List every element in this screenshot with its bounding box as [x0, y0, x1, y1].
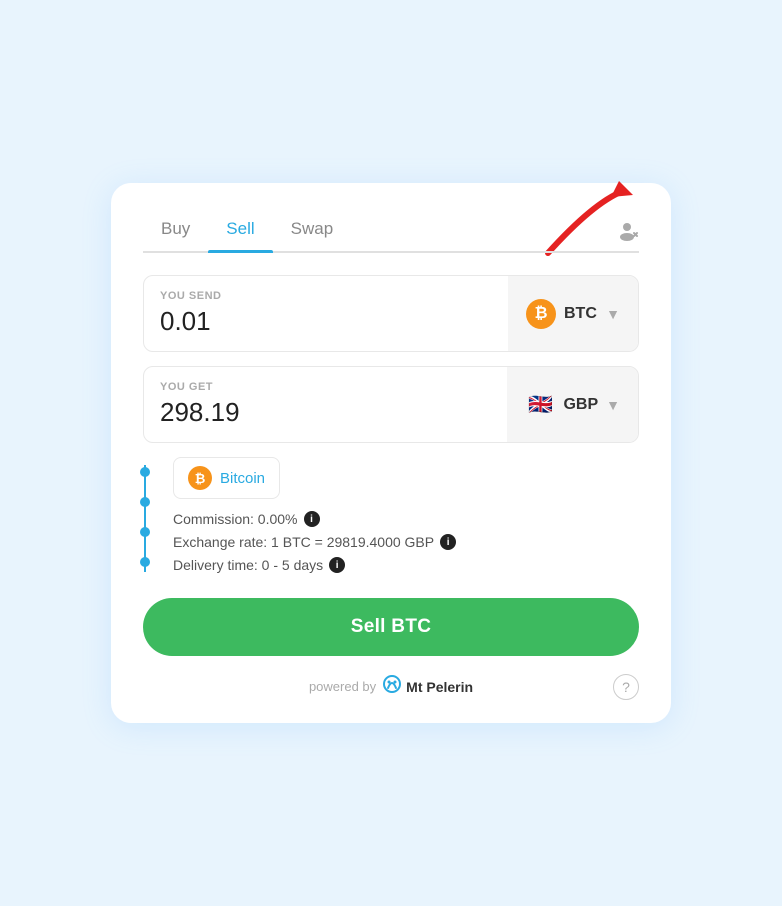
- sell-button[interactable]: Sell BTC: [143, 598, 639, 656]
- bitcoin-chip-icon: ₿: [188, 466, 212, 490]
- bitcoin-chip[interactable]: ₿ Bitcoin: [173, 457, 280, 499]
- widget: Buy Sell Swap YOU SEND 0.01 ₿ BTC ▼ YOU …: [111, 183, 671, 723]
- dot-4: [140, 557, 150, 567]
- gbp-flag-icon: 🇬🇧: [525, 390, 555, 420]
- info-content: ₿ Bitcoin Commission: 0.00% i Exchange r…: [161, 457, 639, 580]
- exchange-rate-text: Exchange rate: 1 BTC = 29819.4000 GBP: [173, 534, 434, 550]
- dot-3: [140, 527, 150, 537]
- receive-currency-label: GBP: [563, 396, 598, 414]
- send-currency-selector[interactable]: ₿ BTC ▼: [508, 276, 638, 351]
- tabs-bar: Buy Sell Swap: [143, 211, 639, 253]
- commission-line: Commission: 0.00% i: [173, 511, 639, 527]
- dot-2: [140, 497, 150, 507]
- receive-currency-selector[interactable]: 🇬🇧 GBP ▼: [507, 367, 638, 442]
- delivery-line: Delivery time: 0 - 5 days i: [173, 557, 639, 573]
- delivery-info-icon[interactable]: i: [329, 557, 345, 573]
- bitcoin-chip-label: Bitcoin: [220, 470, 265, 487]
- exchange-rate-info-icon[interactable]: i: [440, 534, 456, 550]
- send-currency-label: BTC: [564, 305, 597, 323]
- send-left: YOU SEND 0.01: [144, 276, 508, 351]
- receive-left: YOU GET 298.19: [144, 367, 507, 442]
- send-chevron-icon: ▼: [606, 306, 620, 322]
- pelerin-icon: [382, 674, 402, 699]
- tab-buy[interactable]: Buy: [143, 211, 208, 251]
- exchange-rate-line: Exchange rate: 1 BTC = 29819.4000 GBP i: [173, 534, 639, 550]
- info-section: ₿ Bitcoin Commission: 0.00% i Exchange r…: [143, 457, 639, 580]
- receive-label: YOU GET: [160, 381, 491, 393]
- btc-icon: ₿: [526, 299, 556, 329]
- delivery-text: Delivery time: 0 - 5 days: [173, 557, 323, 573]
- footer: powered by Mt Pelerin ?: [143, 674, 639, 699]
- tab-swap[interactable]: Swap: [273, 211, 352, 251]
- blue-sidebar-dots: [143, 457, 147, 580]
- send-row: YOU SEND 0.01 ₿ BTC ▼: [143, 275, 639, 352]
- send-label: YOU SEND: [160, 290, 492, 302]
- help-button[interactable]: ?: [613, 674, 639, 700]
- send-value[interactable]: 0.01: [160, 306, 492, 337]
- receive-row: YOU GET 298.19 🇬🇧 GBP ▼: [143, 366, 639, 443]
- receive-chevron-icon: ▼: [606, 397, 620, 413]
- commission-text: Commission: 0.00%: [173, 511, 298, 527]
- pelerin-name: Mt Pelerin: [406, 679, 473, 695]
- powered-by-text: powered by: [309, 679, 376, 694]
- receive-value[interactable]: 298.19: [160, 397, 491, 428]
- tab-sell[interactable]: Sell: [208, 211, 272, 251]
- dot-1: [140, 467, 150, 477]
- commission-info-icon[interactable]: i: [304, 511, 320, 527]
- profile-button[interactable]: [615, 219, 639, 243]
- profile-icon: [615, 219, 639, 243]
- pelerin-logo: Mt Pelerin: [382, 674, 473, 699]
- pelerin-logo-icon: [382, 674, 402, 694]
